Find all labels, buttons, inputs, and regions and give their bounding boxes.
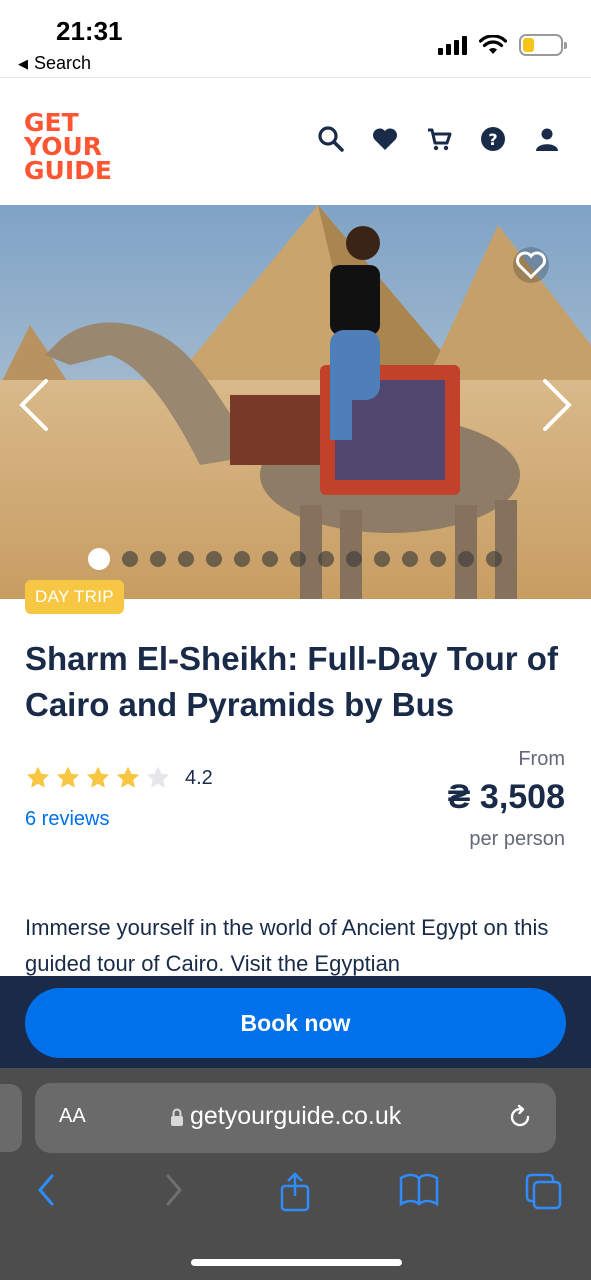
reviews-link[interactable]: 6 reviews — [25, 808, 109, 831]
slide-indicator — [88, 548, 502, 570]
slide-dot[interactable] — [88, 548, 110, 570]
slide-dot[interactable] — [486, 551, 502, 567]
svg-text:?: ? — [488, 130, 497, 149]
price-amount: ₴ 3,508 — [447, 778, 565, 816]
logo[interactable]: GET YOUR GUIDE — [24, 110, 112, 185]
chevron-left-icon[interactable] — [14, 375, 54, 435]
reload-icon[interactable] — [506, 1103, 534, 1131]
address-bar[interactable]: AA getyourguide.co.uk — [35, 1083, 556, 1153]
search-icon[interactable] — [317, 125, 345, 153]
cart-icon[interactable] — [425, 125, 453, 153]
chevron-right-icon[interactable] — [537, 375, 577, 435]
slide-dot[interactable] — [290, 551, 306, 567]
price-per-label: per person — [469, 828, 565, 850]
bookmarks-icon[interactable] — [398, 1172, 440, 1208]
slide-dot[interactable] — [430, 551, 446, 567]
aa-label: AA — [59, 1105, 86, 1127]
back-to-search-link[interactable]: ◀ Search — [18, 53, 91, 74]
book-now-button[interactable]: Book now — [25, 988, 566, 1058]
battery-icon — [519, 34, 567, 56]
star-icon — [56, 766, 80, 788]
category-badge: DAY TRIP — [25, 580, 124, 614]
slide-dot[interactable] — [318, 551, 334, 567]
slide-dot[interactable] — [122, 551, 138, 567]
logo-line-3: GUIDE — [24, 156, 112, 185]
previous-tab-edge[interactable] — [0, 1084, 22, 1152]
hero-gallery[interactable] — [0, 205, 591, 599]
hero-image — [0, 205, 591, 599]
slide-dot[interactable] — [458, 551, 474, 567]
slide-dot[interactable] — [206, 551, 222, 567]
url-text: getyourguide.co.uk — [190, 1102, 402, 1130]
back-triangle-icon: ◀ — [18, 55, 28, 71]
header-icons: ? — [317, 125, 561, 153]
back-label: Search — [34, 53, 92, 73]
slide-dot[interactable] — [178, 551, 194, 567]
lock-icon — [171, 1108, 183, 1126]
status-bar: 21:31 ◀ Search — [0, 0, 591, 78]
activity-description: Immerse yourself in the world of Ancient… — [25, 915, 549, 976]
browser-toolbar: AA getyourguide.co.uk — [0, 1068, 591, 1280]
user-icon[interactable] — [533, 125, 561, 153]
heart-outline-icon[interactable] — [511, 245, 551, 285]
tabs-icon[interactable] — [524, 1172, 564, 1210]
signal-icon — [438, 35, 467, 55]
help-icon[interactable]: ? — [479, 125, 507, 153]
slide-dot[interactable] — [346, 551, 362, 567]
activity-title: Sharm El-Sheikh: Full-Day Tour of Cairo … — [25, 640, 558, 723]
star-icon — [146, 766, 170, 788]
heart-icon[interactable] — [371, 125, 399, 153]
slide-dot[interactable] — [402, 551, 418, 567]
slide-dot[interactable] — [150, 551, 166, 567]
forward-icon[interactable] — [162, 1172, 186, 1208]
wifi-icon — [479, 35, 507, 54]
status-icons — [438, 34, 567, 56]
booking-bar: Book now — [0, 976, 591, 1068]
site-header: GET YOUR GUIDE ? — [0, 79, 591, 205]
browser-nav — [0, 1172, 591, 1222]
home-indicator[interactable] — [191, 1259, 402, 1266]
star-icon — [116, 766, 140, 788]
slide-dot[interactable] — [374, 551, 390, 567]
status-time: 21:31 — [56, 16, 123, 46]
rating-value: 4.2 — [185, 766, 213, 789]
star-icon — [86, 766, 110, 788]
slide-dot[interactable] — [234, 551, 250, 567]
back-icon[interactable] — [34, 1172, 58, 1208]
star-icon — [26, 766, 50, 788]
price-from-label: From — [518, 748, 565, 770]
share-icon[interactable] — [278, 1172, 312, 1212]
url-display[interactable]: getyourguide.co.uk — [170, 1102, 401, 1131]
reader-mode-button[interactable]: AA — [59, 1105, 86, 1128]
star-rating — [25, 765, 171, 791]
slide-dot[interactable] — [262, 551, 278, 567]
rating: 4.2 — [25, 765, 213, 791]
